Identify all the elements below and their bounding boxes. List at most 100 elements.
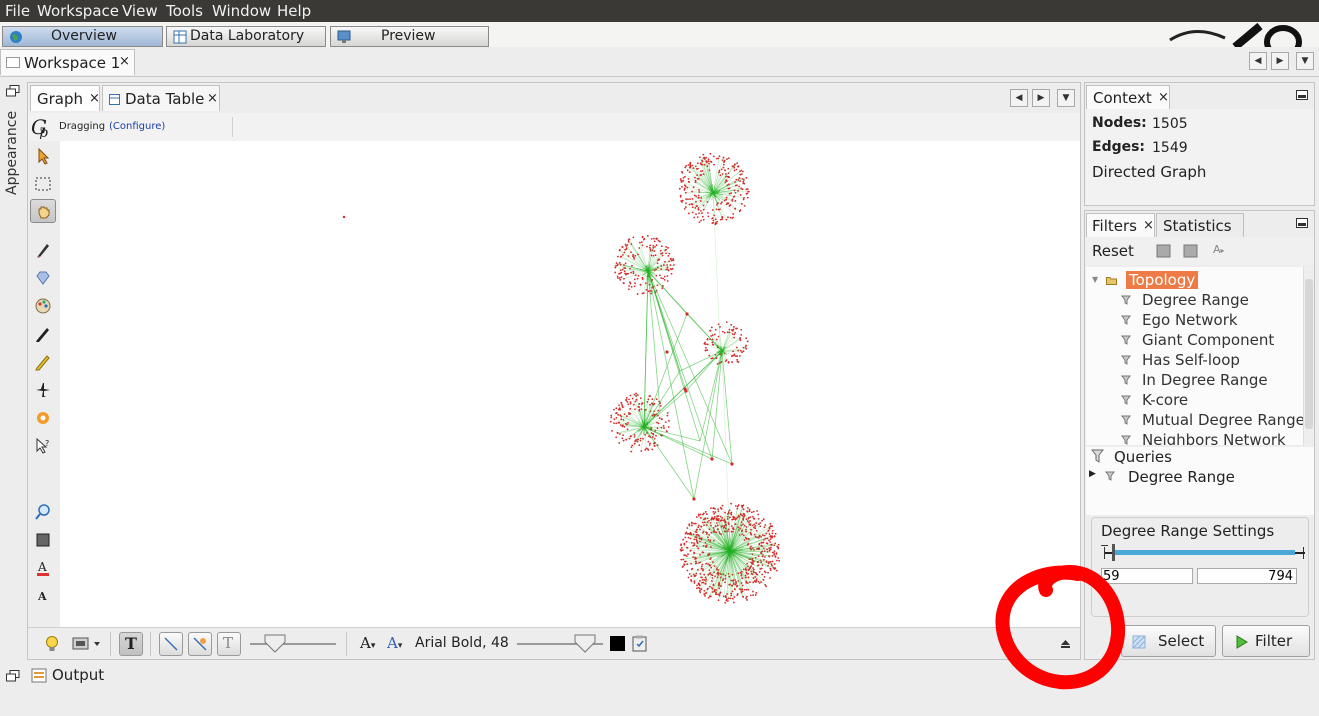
minimize-icon[interactable] xyxy=(1296,218,1308,228)
range-max-input[interactable] xyxy=(1197,568,1297,584)
filter-item[interactable]: Ego Network xyxy=(1142,311,1238,329)
tab-graph-close[interactable]: × xyxy=(89,91,100,106)
diamond-icon[interactable] xyxy=(34,269,52,287)
palette-icon[interactable] xyxy=(34,297,52,315)
edge xyxy=(721,324,732,352)
edge-color-button[interactable] xyxy=(188,632,212,656)
rectangle-select-icon[interactable] xyxy=(34,175,52,193)
restore-window-icon[interactable] xyxy=(6,670,20,682)
output-label[interactable]: Output xyxy=(52,666,104,684)
node xyxy=(629,412,632,415)
range-min-input[interactable] xyxy=(1101,568,1193,584)
node xyxy=(775,569,778,572)
screenshot-dropdown-icon[interactable] xyxy=(72,636,102,652)
filter-button[interactable]: Filter xyxy=(1222,625,1310,657)
menu-file[interactable]: File xyxy=(5,2,30,20)
menu-tools[interactable]: Tools xyxy=(166,2,203,20)
node xyxy=(624,262,627,265)
tab-context-close[interactable]: × xyxy=(1158,90,1169,105)
edge-line-button[interactable] xyxy=(159,632,183,656)
font-increase-icon[interactable]: A▾ xyxy=(387,634,402,652)
label-color-swatch[interactable] xyxy=(610,636,625,651)
dropdown-button[interactable]: ▼ xyxy=(1296,52,1314,70)
reset-button[interactable]: Reset xyxy=(1092,242,1134,260)
node xyxy=(659,249,662,252)
query-expand-arrow-icon[interactable]: ▶ xyxy=(1089,469,1096,479)
font-label[interactable]: Arial Bold, 48 xyxy=(415,635,509,651)
brush-icon[interactable] xyxy=(34,241,52,259)
filter-item[interactable]: In Degree Range xyxy=(1142,371,1268,389)
pointer-icon[interactable] xyxy=(34,147,52,165)
minimize-icon[interactable] xyxy=(1296,90,1308,100)
tab-data-table-close[interactable]: × xyxy=(207,91,218,106)
node xyxy=(621,437,624,440)
font-size-icon[interactable]: A xyxy=(34,587,52,605)
filter-item[interactable]: Degree Range xyxy=(1142,291,1249,309)
font-color-icon[interactable]: A xyxy=(34,559,52,577)
font-decrease-icon[interactable]: A▾ xyxy=(360,634,375,652)
tab-filters[interactable]: Filters × xyxy=(1086,213,1155,237)
font-size-slider-thumb[interactable] xyxy=(574,634,596,654)
drag-tool-button[interactable] xyxy=(30,199,56,223)
edge-size-slider-track[interactable] xyxy=(250,643,336,645)
filter-item[interactable]: Neighbors Network xyxy=(1142,431,1286,445)
workspace-close-button[interactable]: × xyxy=(119,54,130,69)
node xyxy=(659,404,662,407)
query-item[interactable]: Degree Range xyxy=(1128,468,1235,486)
scroll-left-button[interactable]: ◀ xyxy=(1249,52,1267,70)
tab-context[interactable]: Context × xyxy=(1086,85,1170,109)
tree-scrollbar[interactable] xyxy=(1303,267,1314,445)
workspace-tab[interactable]: Workspace 1 × xyxy=(0,49,135,75)
filter-item[interactable]: Has Self-loop xyxy=(1142,351,1240,369)
range-slider-low-handle[interactable] xyxy=(1112,544,1115,561)
topology-category[interactable]: Topology xyxy=(1126,271,1199,289)
graph-scroll-right-button[interactable]: ▶ xyxy=(1032,89,1050,107)
tab-preview[interactable]: Preview xyxy=(330,26,489,47)
edge-size-slider-thumb[interactable] xyxy=(264,634,286,654)
menu-workspace[interactable]: Workspace xyxy=(37,2,119,20)
help-pointer-icon[interactable]: ? xyxy=(34,437,52,455)
pencil-icon[interactable] xyxy=(34,325,52,343)
configure-link[interactable]: (Configure) xyxy=(109,121,165,132)
clipboard-icon[interactable] xyxy=(632,635,648,652)
tab-graph[interactable]: Graph × xyxy=(30,85,100,111)
expand-up-icon[interactable] xyxy=(1060,638,1071,649)
tab-statistics[interactable]: Statistics xyxy=(1156,213,1244,237)
appearance-side-tab[interactable]: Appearance xyxy=(4,111,24,195)
graph-scroll-left-button[interactable]: ◀ xyxy=(1010,89,1028,107)
menu-view[interactable]: View xyxy=(122,2,158,20)
gear-icon[interactable] xyxy=(34,409,52,427)
gephi-g-icon[interactable]: Gp xyxy=(30,115,54,139)
highlighter-icon[interactable] xyxy=(34,353,52,371)
node xyxy=(741,529,743,532)
expand-arrow-icon[interactable]: ▼ xyxy=(1092,275,1098,284)
show-labels-button[interactable]: T xyxy=(119,632,143,656)
tab-data-laboratory[interactable]: Data Laboratory xyxy=(166,26,326,47)
tab-data-table[interactable]: Data Table × xyxy=(102,85,220,111)
range-slider[interactable] xyxy=(1104,544,1305,561)
save-filter-icon[interactable] xyxy=(1156,244,1172,258)
node xyxy=(696,205,699,207)
menu-window[interactable]: Window xyxy=(212,2,271,20)
scroll-right-button[interactable]: ▶ xyxy=(1271,52,1289,70)
edge-label-button[interactable]: T xyxy=(217,632,241,656)
select-button[interactable]: Select xyxy=(1121,625,1216,657)
lightbulb-icon[interactable] xyxy=(44,635,60,653)
filter-item[interactable]: K-core xyxy=(1142,391,1188,409)
filter-item[interactable]: Giant Component xyxy=(1142,331,1274,349)
airplane-icon[interactable] xyxy=(34,381,52,399)
tree-scrollbar-thumb[interactable] xyxy=(1305,279,1313,429)
background-color-icon[interactable] xyxy=(34,531,52,549)
tab-filters-close[interactable]: × xyxy=(1143,218,1154,233)
graph-dropdown-button[interactable]: ▼ xyxy=(1057,89,1075,107)
network-visualization[interactable] xyxy=(60,141,1080,627)
restore-window-icon[interactable] xyxy=(6,85,20,97)
menu-help[interactable]: Help xyxy=(277,2,311,20)
graph-canvas[interactable] xyxy=(60,141,1080,627)
zoom-icon[interactable] xyxy=(34,503,52,521)
tab-overview[interactable]: Overview xyxy=(2,26,163,47)
filter-item[interactable]: Mutual Degree Range xyxy=(1142,411,1305,429)
load-filter-icon[interactable] xyxy=(1183,244,1199,258)
table-icon xyxy=(109,94,120,105)
text-filter-icon[interactable]: A▸ xyxy=(1213,243,1225,256)
